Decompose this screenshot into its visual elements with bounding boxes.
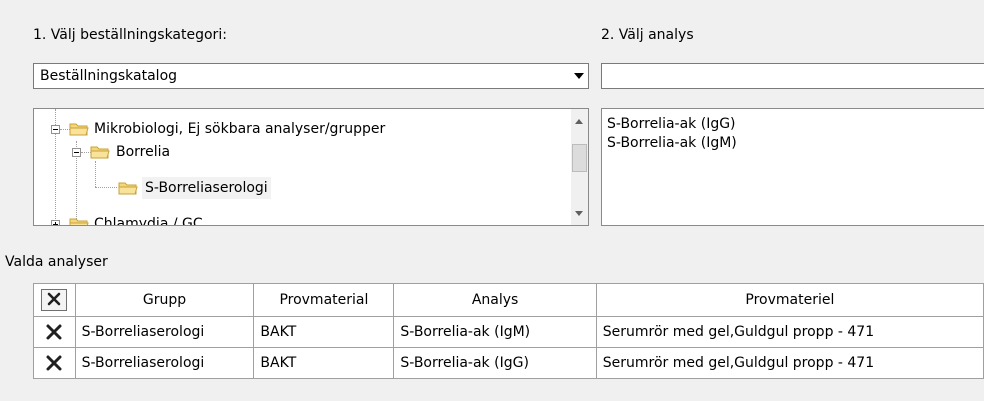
analysis-label: 2. Välj analys	[601, 27, 694, 43]
tree-item-label: Chlamydia / GC	[94, 216, 203, 226]
tree-item-borrelia[interactable]: Borrelia	[34, 141, 554, 163]
selected-analyses-title: Valda analyser	[5, 254, 108, 270]
scroll-thumb[interactable]	[572, 144, 587, 172]
selected-analyses-table: Grupp Provmaterial Analys Provmateriel S…	[33, 283, 984, 379]
remove-row-button[interactable]	[33, 316, 76, 348]
category-tree[interactable]: Mikrobiologi, Ej sökbara analyser/gruppe…	[33, 108, 589, 226]
chevron-down-icon[interactable]	[574, 73, 584, 79]
folder-icon	[69, 123, 89, 136]
cell-provmateriel: Serumrör med gel,Guldgul propp - 471	[595, 347, 984, 379]
tree-item-mikrobiologi[interactable]: Mikrobiologi, Ej sökbara analyser/gruppe…	[34, 118, 554, 140]
analysis-list-item[interactable]: S-Borrelia-ak (IgG)	[607, 116, 736, 132]
column-header-analys[interactable]: Analys	[393, 283, 597, 317]
clear-all-header[interactable]	[33, 283, 76, 317]
cell-provmaterial: BAKT	[253, 347, 395, 379]
cell-grupp: S-Borreliaserologi	[74, 347, 255, 379]
analysis-list[interactable]: S-Borrelia-ak (IgG) S-Borrelia-ak (IgM)	[601, 108, 984, 226]
cell-analys: S-Borrelia-ak (IgG)	[393, 347, 597, 379]
collapse-icon[interactable]	[51, 125, 60, 134]
delete-x-icon	[47, 292, 61, 306]
column-header-provmaterial[interactable]: Provmaterial	[253, 283, 395, 317]
cell-provmateriel: Serumrör med gel,Guldgul propp - 471	[595, 316, 984, 348]
tree-item-label: Mikrobiologi, Ej sökbara analyser/gruppe…	[94, 121, 386, 137]
tree-item-s-borreliaserologi[interactable]: S-Borreliaserologi	[34, 177, 554, 199]
cell-analys: S-Borrelia-ak (IgM)	[393, 316, 597, 348]
tree-scrollbar[interactable]	[571, 109, 588, 225]
column-header-provmateriel[interactable]: Provmateriel	[595, 283, 984, 317]
folder-icon	[90, 146, 110, 159]
category-label: 1. Välj beställningskategori:	[33, 27, 227, 43]
delete-x-icon[interactable]	[44, 353, 64, 373]
collapse-icon[interactable]	[72, 148, 81, 157]
category-combobox-value: Beställningskatalog	[40, 68, 178, 84]
analysis-search-input[interactable]	[601, 63, 984, 89]
scroll-up-icon[interactable]	[575, 119, 583, 124]
cell-provmaterial: BAKT	[253, 316, 395, 348]
delete-x-icon[interactable]	[44, 322, 64, 342]
category-combobox[interactable]: Beställningskatalog	[33, 63, 589, 89]
tree-item-label: S-Borreliaserologi	[142, 177, 271, 199]
scroll-down-icon[interactable]	[575, 211, 583, 216]
column-header-grupp[interactable]: Grupp	[74, 283, 255, 317]
tree-item-label: Borrelia	[116, 144, 171, 160]
folder-icon	[69, 218, 89, 225]
analysis-list-item[interactable]: S-Borrelia-ak (IgM)	[607, 135, 737, 151]
cell-grupp: S-Borreliaserologi	[74, 316, 255, 348]
table-header-row: Grupp Provmaterial Analys Provmateriel	[33, 283, 984, 317]
remove-row-button[interactable]	[33, 347, 76, 379]
tree-item-chlamydia[interactable]: Chlamydia / GC	[34, 213, 554, 226]
table-row[interactable]: S-Borreliaserologi BAKT S-Borrelia-ak (I…	[33, 316, 984, 348]
table-row[interactable]: S-Borreliaserologi BAKT S-Borrelia-ak (I…	[33, 347, 984, 379]
clear-all-button[interactable]	[41, 289, 68, 311]
folder-icon	[118, 182, 138, 195]
expand-icon[interactable]	[51, 220, 60, 225]
